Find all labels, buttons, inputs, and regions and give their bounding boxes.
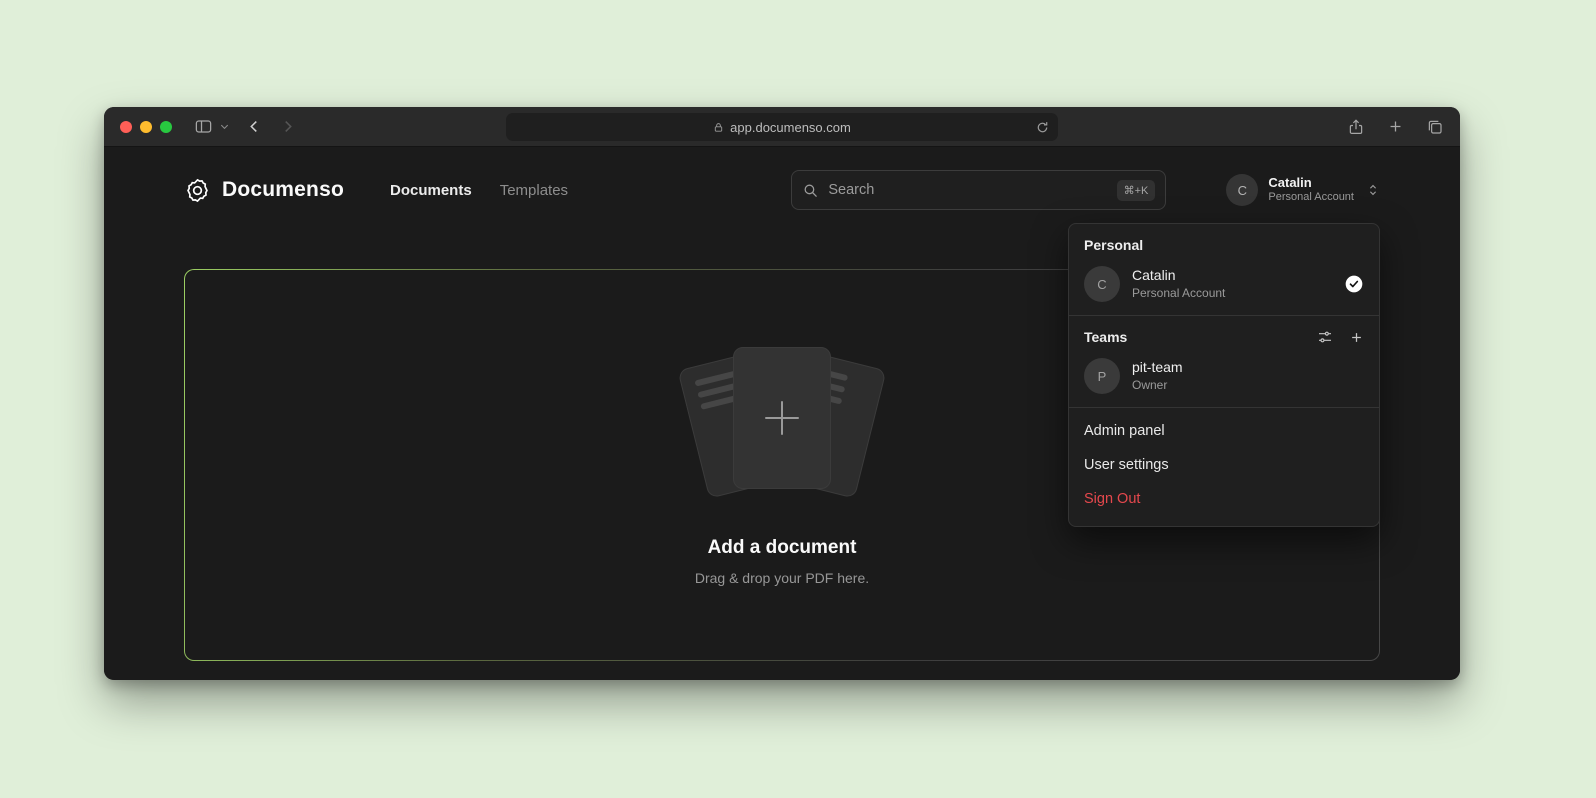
- toolbar-left-group: [194, 117, 296, 136]
- app-header: Documenso Documents Templates ⌘+K C Cata…: [184, 147, 1380, 233]
- search-box[interactable]: ⌘+K: [791, 170, 1166, 210]
- sliders-icon: [1317, 329, 1333, 345]
- reload-icon[interactable]: [1036, 121, 1049, 134]
- chevron-up-down-icon: [1366, 183, 1380, 197]
- tab-overview-button[interactable]: [1426, 118, 1444, 136]
- app-content: Documenso Documents Templates ⌘+K C Cata…: [104, 147, 1460, 679]
- account-subtitle: Personal Account: [1268, 191, 1354, 205]
- dropzone-title: Add a document: [708, 537, 857, 559]
- nav-item-documents[interactable]: Documents: [390, 182, 472, 199]
- personal-account-subtitle: Personal Account: [1132, 285, 1225, 301]
- share-icon: [1347, 118, 1365, 136]
- toolbar-right-group: [1347, 118, 1444, 136]
- chevron-right-icon: [279, 118, 296, 135]
- account-dropdown-menu: Personal C Catalin Personal Account Team…: [1068, 223, 1380, 527]
- manage-teams-button[interactable]: [1317, 329, 1333, 345]
- sidebar-menu-button[interactable]: [219, 121, 230, 132]
- plus-icon: [1387, 118, 1404, 135]
- sidebar-toggle-button[interactable]: [194, 117, 213, 136]
- chevron-down-icon: [219, 121, 230, 132]
- plus-icon: [765, 401, 799, 435]
- avatar: C: [1226, 174, 1258, 206]
- window-controls: [120, 121, 172, 133]
- share-button[interactable]: [1347, 118, 1365, 136]
- brand-name: Documenso: [222, 178, 344, 202]
- chevron-left-icon: [246, 118, 263, 135]
- account-meta: Catalin Personal Account: [1268, 175, 1354, 205]
- team-name: pit-team: [1132, 358, 1183, 377]
- sidebar-icon: [194, 117, 213, 136]
- personal-account-item[interactable]: C Catalin Personal Account: [1069, 258, 1379, 315]
- teams-section-label: Teams: [1084, 329, 1127, 345]
- menu-item-user-settings[interactable]: User settings: [1069, 448, 1379, 482]
- documenso-logo-icon: [184, 177, 211, 204]
- personal-section-label: Personal: [1069, 224, 1379, 258]
- account-menu-button[interactable]: C Catalin Personal Account: [1226, 174, 1380, 206]
- teams-actions: [1317, 329, 1364, 345]
- browser-titlebar: app.documenso.com: [104, 107, 1460, 147]
- search-icon: [802, 182, 819, 199]
- close-window-button[interactable]: [120, 121, 132, 133]
- menu-item-admin-panel[interactable]: Admin panel: [1069, 414, 1379, 448]
- back-button[interactable]: [246, 118, 263, 135]
- search-shortcut-badge: ⌘+K: [1117, 180, 1156, 201]
- documents-illustration: [676, 345, 888, 497]
- nav-item-templates[interactable]: Templates: [500, 182, 568, 199]
- create-team-button[interactable]: [1349, 330, 1364, 345]
- tabs-icon: [1426, 118, 1444, 136]
- selected-check-icon: [1344, 274, 1364, 294]
- address-bar[interactable]: app.documenso.com: [506, 113, 1058, 141]
- menu-links: Admin panel User settings Sign Out: [1069, 408, 1379, 524]
- avatar: C: [1084, 266, 1120, 302]
- personal-account-name: Catalin: [1132, 266, 1225, 285]
- address-url: app.documenso.com: [730, 120, 851, 135]
- search-input[interactable]: [828, 182, 1107, 198]
- team-role: Owner: [1132, 377, 1183, 393]
- minimize-window-button[interactable]: [140, 121, 152, 133]
- menu-item-sign-out[interactable]: Sign Out: [1069, 482, 1379, 516]
- team-item[interactable]: P pit-team Owner: [1069, 350, 1379, 407]
- account-name: Catalin: [1268, 175, 1354, 191]
- plus-icon: [1349, 330, 1364, 345]
- document-card-center: [733, 347, 831, 489]
- browser-window: app.documenso.com: [104, 107, 1460, 680]
- zoom-window-button[interactable]: [160, 121, 172, 133]
- team-meta: pit-team Owner: [1132, 358, 1183, 393]
- personal-account-meta: Catalin Personal Account: [1132, 266, 1225, 301]
- dropzone-subtitle: Drag & drop your PDF here.: [695, 570, 869, 586]
- avatar: P: [1084, 358, 1120, 394]
- teams-section-header: Teams: [1069, 316, 1379, 350]
- forward-button[interactable]: [279, 118, 296, 135]
- lock-icon: [713, 122, 724, 133]
- main-nav: Documents Templates: [390, 182, 568, 199]
- brand[interactable]: Documenso: [184, 177, 344, 204]
- new-tab-button[interactable]: [1387, 118, 1404, 135]
